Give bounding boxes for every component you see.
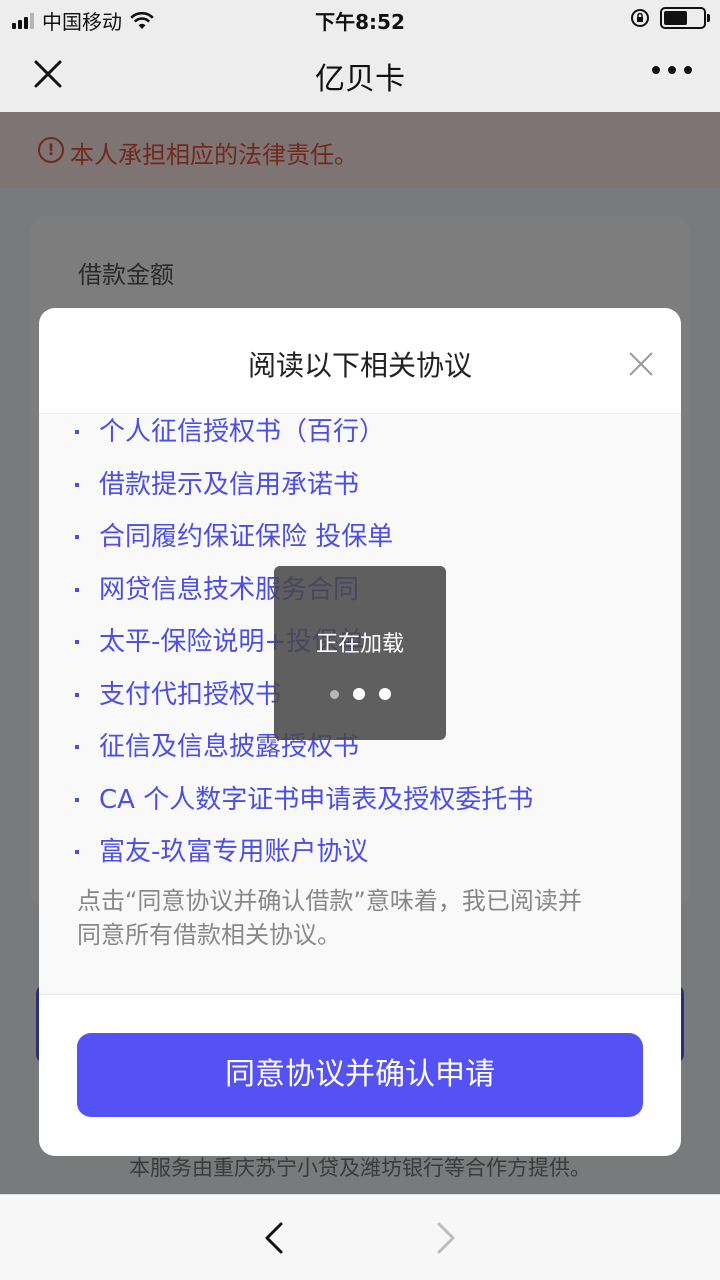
loading-text: 正在加载 [315, 632, 404, 657]
modal-header: 阅读以下相关协议 [39, 308, 681, 414]
loading-dots-icon [274, 688, 446, 700]
nav-bar: 亿贝卡 [0, 36, 720, 112]
status-time: 下午8:52 [315, 10, 405, 34]
agreement-link[interactable]: CA 个人数字证书申请表及授权委托书 [39, 774, 681, 827]
orientation-lock-icon [631, 9, 649, 27]
agreement-label: 合同履约保证保险 投保单 [99, 522, 394, 552]
loading-toast: 正在加载 [274, 566, 446, 740]
agreement-label: 支付代扣授权书 [99, 679, 282, 710]
status-bar: 中国移动 下午8:52 [0, 0, 720, 36]
bullet-icon [75, 535, 79, 539]
modal-title: 阅读以下相关协议 [247, 349, 472, 382]
page-title: 亿贝卡 [315, 62, 405, 97]
more-icon[interactable] [652, 66, 692, 74]
confirm-agreement-button[interactable]: 同意协议并确认申请 [77, 1033, 643, 1117]
bullet-icon [75, 692, 79, 697]
agreement-label: 借款提示及信用承诺书 [99, 469, 360, 500]
agreement-link[interactable]: 合同履约保证保险 投保单 [39, 511, 681, 564]
bullet-icon [75, 587, 79, 592]
bullet-icon [75, 482, 79, 487]
bullet-icon [75, 430, 79, 434]
battery-icon [660, 7, 710, 29]
agreement-label: CA 个人数字证书申请表及授权委托书 [99, 784, 534, 815]
status-right [630, 7, 710, 29]
agreement-label: 个人征信授权书（百行） [99, 417, 386, 447]
agreement-link[interactable]: 富友-玖富专用账户协议 [39, 826, 681, 879]
bottom-toolbar [0, 1194, 720, 1280]
bullet-icon [75, 745, 79, 749]
agreement-link[interactable]: 个人征信授权书（百行） [39, 414, 681, 459]
agreement-link[interactable]: 借款提示及信用承诺书 [39, 459, 681, 512]
forward-arrow-icon[interactable] [434, 1221, 458, 1255]
back-arrow-icon[interactable] [262, 1221, 286, 1255]
close-icon[interactable] [629, 352, 653, 376]
agreement-label: 富友-玖富专用账户协议 [99, 837, 369, 867]
divider [39, 994, 681, 995]
bullet-icon [75, 850, 79, 854]
agreement-note: 点击“同意协议并确认借款”意味着，我已阅读并同意所有借款相关协议。 [77, 887, 582, 949]
bullet-icon [75, 640, 79, 644]
bullet-icon [75, 797, 79, 802]
